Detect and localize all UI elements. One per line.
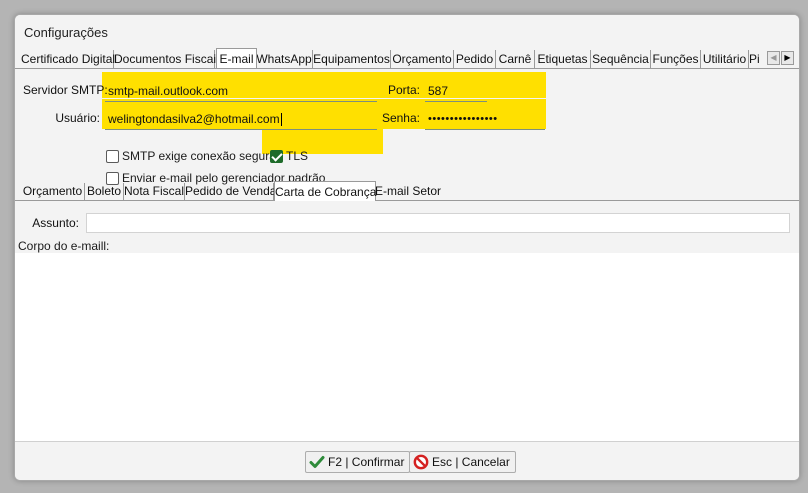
subject-label: Assunto:: [32, 216, 79, 230]
tab-etiquetas[interactable]: Etiquetas: [535, 50, 591, 68]
body-textarea[interactable]: [15, 253, 799, 441]
port-label: Porta:: [387, 83, 420, 97]
configuracoes-window: Configurações Certificado Digital Docume…: [14, 14, 800, 481]
smtp-server-label: Servidor SMTP:: [23, 83, 108, 97]
message-tab-bar: Orçamento Boleto Nota Fiscal Pedido de V…: [15, 181, 799, 201]
tls-checkbox[interactable]: [270, 150, 283, 163]
tab-equipamentos[interactable]: Equipamentos: [313, 50, 391, 68]
main-tab-bar: Certificado Digital Documentos Fiscais E…: [15, 48, 799, 68]
tab-whatsapp[interactable]: WhatsApp: [256, 50, 313, 68]
tab-sequencia[interactable]: Sequência: [591, 50, 651, 68]
arrow-left-icon: ◀: [770, 53, 777, 62]
tab-pedido[interactable]: Pedido: [454, 50, 496, 68]
text-caret: [280, 113, 282, 127]
arrow-right-icon: ▶: [784, 53, 791, 62]
body-label: Corpo do e-maill:: [18, 239, 110, 253]
subject-input[interactable]: [86, 213, 790, 233]
window-title: Configurações: [24, 25, 108, 40]
tab-scroll-left-button[interactable]: ◀: [767, 51, 780, 65]
user-label: Usuário:: [55, 111, 100, 125]
tab-truncated[interactable]: Pi: [749, 50, 765, 68]
subtab-email-setor[interactable]: E-mail Setor: [375, 183, 441, 200]
password-label: Senha:: [381, 111, 420, 125]
smtp-secure-label: SMTP exige conexão segura: [122, 149, 276, 163]
subtab-pedido-de-venda[interactable]: Pedido de Venda: [185, 183, 276, 200]
tab-funcoes[interactable]: Funções: [651, 50, 701, 68]
subtab-boleto[interactable]: Boleto: [85, 183, 124, 200]
cancel-button-label: Esc | Cancelar: [432, 455, 510, 469]
subtab-orcamento[interactable]: Orçamento: [21, 183, 85, 200]
user-value: welingtondasilva2@hotmail.com: [108, 112, 280, 126]
tab-email[interactable]: E-mail: [216, 48, 257, 68]
message-panel: Assunto: Corpo do e-maill:: [15, 201, 799, 441]
tls-label: TLS: [286, 149, 309, 163]
tab-documentos-fiscais[interactable]: Documentos Fiscais: [114, 50, 222, 68]
password-input[interactable]: ••••••••••••••••: [425, 109, 545, 130]
port-input[interactable]: 587: [425, 81, 487, 102]
subtab-carta-de-cobranca[interactable]: Carta de Cobrança: [274, 181, 376, 201]
cancel-button[interactable]: Esc | Cancelar: [409, 451, 516, 473]
no-entry-icon: [413, 454, 429, 470]
tab-utilitario[interactable]: Utilitário: [701, 50, 749, 68]
checkmark-icon: [309, 456, 325, 468]
smtp-secure-checkbox[interactable]: [106, 150, 119, 163]
smtp-server-input[interactable]: smtp-mail.outlook.com: [105, 81, 377, 102]
tab-orcamento[interactable]: Orçamento: [391, 50, 454, 68]
title-bar: Configurações: [15, 15, 799, 49]
confirm-button[interactable]: F2 | Confirmar: [305, 451, 411, 473]
subtab-nota-fiscal[interactable]: Nota Fiscal: [124, 183, 185, 200]
tab-carne[interactable]: Carnê: [496, 50, 535, 68]
confirm-button-label: F2 | Confirmar: [328, 455, 405, 469]
tab-scroll-right-button[interactable]: ▶: [781, 51, 794, 65]
bottom-button-bar: F2 | Confirmar Esc | Cancelar: [15, 441, 799, 480]
user-input[interactable]: welingtondasilva2@hotmail.com: [105, 109, 377, 130]
tab-certificado-digital[interactable]: Certificado Digital: [21, 50, 115, 68]
